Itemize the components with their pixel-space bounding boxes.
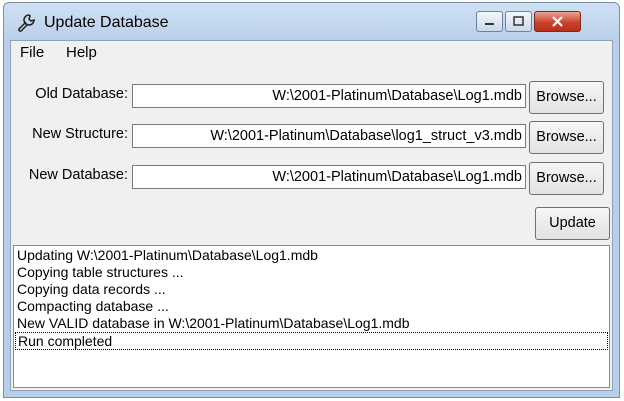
minimize-button[interactable] (476, 11, 503, 32)
title-bar[interactable]: Update Database (4, 3, 619, 40)
update-database-window: Update Database File Help Old Database: … (3, 2, 620, 398)
close-icon (552, 16, 563, 27)
old-database-label: Old Database: (35, 86, 128, 102)
minimize-icon (485, 23, 494, 25)
log-line: Updating W:\2001-Platinum\Database\Log1.… (17, 247, 318, 263)
maximize-button[interactable] (505, 11, 532, 32)
close-button[interactable] (534, 11, 581, 32)
menu-bar: File Help (11, 41, 612, 62)
maximize-icon (513, 16, 524, 26)
log-line: Compacting database ... (17, 298, 169, 314)
new-structure-field[interactable]: W:\2001-Platinum\Database\log1_struct_v3… (132, 124, 526, 148)
log-output[interactable]: Updating W:\2001-Platinum\Database\Log1.… (13, 245, 610, 388)
client-area: File Help Old Database: W:\2001-Platinum… (10, 40, 613, 391)
log-line-selected: Run completed (15, 332, 608, 350)
menu-file[interactable]: File (20, 44, 44, 61)
new-database-field[interactable]: W:\2001-Platinum\Database\Log1.mdb (132, 165, 526, 189)
menu-help[interactable]: Help (66, 44, 97, 61)
update-button[interactable]: Update (535, 207, 610, 240)
log-line: Copying data records ... (17, 281, 166, 297)
new-database-browse-button[interactable]: Browse... (529, 162, 604, 195)
new-structure-browse-button[interactable]: Browse... (529, 121, 604, 154)
new-database-label: New Database: (28, 167, 128, 183)
wrench-icon (18, 14, 35, 32)
old-database-browse-button[interactable]: Browse... (529, 81, 604, 114)
new-structure-label: New Structure: (32, 126, 128, 142)
log-line: New VALID database in W:\2001-Platinum\D… (17, 315, 410, 331)
log-line: Copying table structures ... (17, 264, 184, 280)
window-title: Update Database (44, 14, 169, 31)
old-database-field[interactable]: W:\2001-Platinum\Database\Log1.mdb (132, 84, 526, 108)
